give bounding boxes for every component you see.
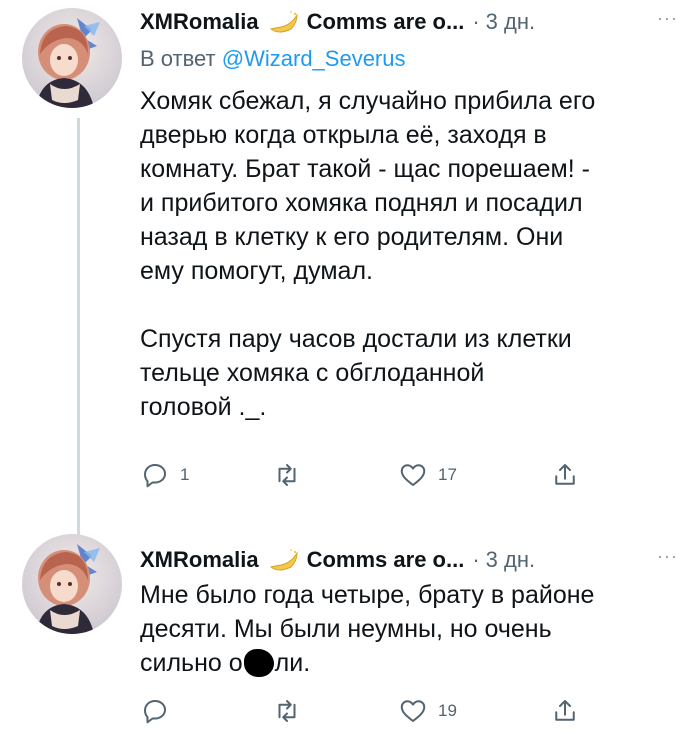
tweet-text: Мне было года четыре, брату в районе дес… xyxy=(140,578,680,680)
retweet-button[interactable] xyxy=(272,460,312,490)
share-button[interactable] xyxy=(550,696,580,726)
separator-dot: · xyxy=(472,9,480,34)
thread-line xyxy=(77,118,80,538)
reply-icon xyxy=(144,464,166,488)
retweet-icon xyxy=(278,700,296,722)
tweet[interactable]: XMRomalia Comms are o... · 3 дн. ··· В о… xyxy=(0,0,700,538)
reply-to-line: В ответ @Wizard_Severus xyxy=(140,46,406,72)
separator-dot: · xyxy=(472,547,480,572)
reply-button[interactable] xyxy=(140,696,180,726)
retweet-icon xyxy=(278,464,296,486)
share-icon xyxy=(555,464,575,485)
timestamp[interactable]: 3 дн. xyxy=(486,547,535,573)
like-button[interactable]: 17 xyxy=(398,460,457,490)
heart-icon xyxy=(400,700,426,722)
reply-mention-link[interactable]: @Wizard_Severus xyxy=(222,46,406,71)
crescent-moon-icon xyxy=(265,9,301,35)
tweet-text-start: Мне было года четыре, брату в районе дес… xyxy=(140,581,595,677)
tweet-header: XMRomalia Comms are o... · 3 дн. xyxy=(140,540,535,580)
author-name[interactable]: XMRomalia xyxy=(140,9,259,35)
reply-button[interactable]: 1 xyxy=(140,460,189,490)
heart-icon xyxy=(400,464,426,486)
retweet-button[interactable] xyxy=(272,696,312,726)
like-count: 17 xyxy=(438,465,457,484)
tweet-text-end: ли. xyxy=(274,649,311,677)
avatar[interactable] xyxy=(22,534,122,634)
timestamp[interactable]: 3 дн. xyxy=(486,9,535,35)
more-options-icon[interactable]: ··· xyxy=(657,8,678,29)
share-button[interactable] xyxy=(550,460,580,490)
crescent-moon-icon xyxy=(265,547,301,573)
author-handle[interactable]: Comms are o... xyxy=(307,547,465,573)
reply-count: 1 xyxy=(180,465,190,484)
like-count: 19 xyxy=(438,701,457,720)
tweet-text: Хомяк сбежал, я случайно прибила его две… xyxy=(140,87,596,421)
more-options-icon[interactable]: ··· xyxy=(657,546,678,567)
author-name[interactable]: XMRomalia xyxy=(140,547,259,573)
like-button[interactable]: 19 xyxy=(398,696,457,726)
censor-blot xyxy=(243,649,274,677)
author-handle[interactable]: Comms are o... xyxy=(307,9,465,35)
tweet-header: XMRomalia Comms are o... · 3 дн. xyxy=(140,2,535,42)
tweet-actions: 1 17 xyxy=(140,460,620,492)
avatar[interactable] xyxy=(22,8,122,108)
reply-to-label: В ответ xyxy=(140,46,216,71)
reply-icon xyxy=(144,700,166,724)
share-icon xyxy=(555,700,575,721)
tweet[interactable]: XMRomalia Comms are o... · 3 дн. ··· Мне… xyxy=(0,530,700,734)
tweet-actions: 19 xyxy=(140,696,620,728)
